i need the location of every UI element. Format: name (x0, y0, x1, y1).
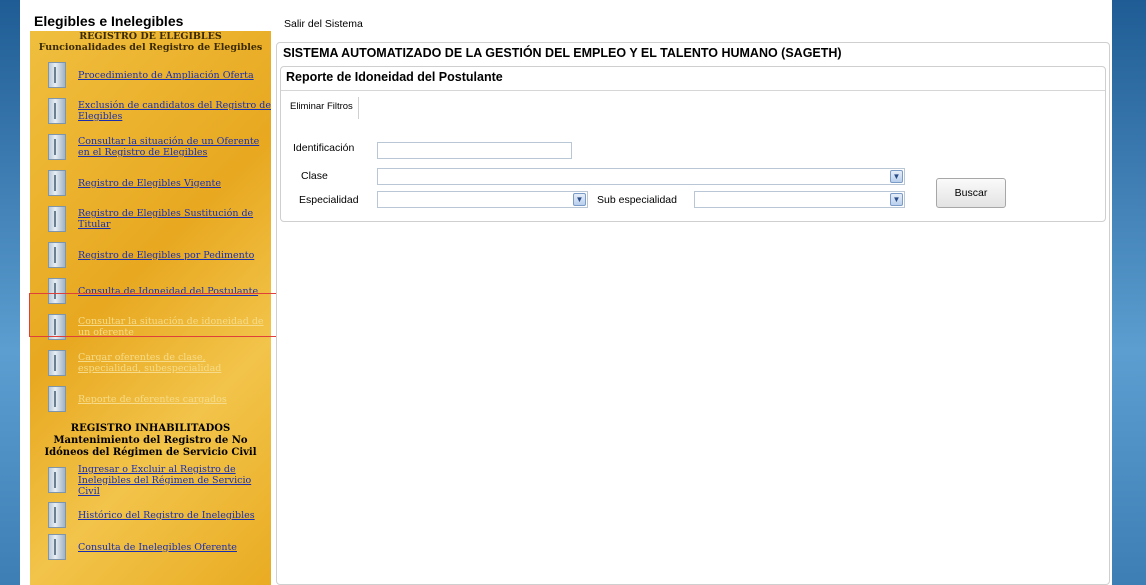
book-icon (46, 168, 70, 198)
chevron-down-icon[interactable]: ▼ (890, 193, 903, 206)
report-panel: Reporte de Idoneidad del Postulante Elim… (280, 66, 1106, 222)
sidebar-menu-item[interactable]: Registro de Elegibles por Pedimento (30, 237, 271, 273)
sidebar-menu-link[interactable]: Procedimiento de Ampliación Oferta (78, 70, 254, 81)
sidebar-menu-link[interactable]: Consultar la situación de un Oferente en… (78, 136, 271, 158)
section-title-text: REGISTRO INHABILITADOS (70, 423, 231, 434)
section-title-elegibles: REGISTRO DE ELEGIBLES Funcionalidades de… (30, 31, 271, 53)
divider (281, 90, 1105, 91)
sidebar-menu-item: Reporte de oferentes cargados (30, 381, 271, 417)
sidebar-header: Elegibles e Inelegibles (30, 10, 271, 31)
book-icon (46, 60, 70, 90)
sidebar-menu-link[interactable]: Consulta de Inelegibles Oferente (78, 542, 237, 553)
book-icon (46, 348, 70, 378)
book-icon (46, 240, 70, 270)
sidebar-menu-item[interactable]: Registro de Elegibles Sustitución de Tit… (30, 201, 271, 237)
sidebar-menu-item[interactable]: Consulta de Idoneidad del Postulante (30, 273, 271, 309)
especialidad-label: Especialidad (299, 194, 359, 206)
section-title-inhabilitados: REGISTRO INHABILITADOS Mantenimiento del… (30, 423, 271, 459)
report-title: Reporte de Idoneidad del Postulante (286, 70, 503, 84)
tab-eliminar-filtros[interactable]: Eliminar Filtros (285, 97, 359, 119)
menu-inhabilitados: Ingresar o Excluir al Registro de Ineleg… (30, 461, 271, 563)
book-icon (46, 276, 70, 306)
section-subtitle-text: Funcionalidades del Registro de Elegible… (38, 42, 263, 53)
menu-elegibles: Procedimiento de Ampliación Oferta Exclus… (30, 57, 271, 417)
sidebar-menu-item: Consultar la situación de idoneidad de u… (30, 309, 271, 345)
sidebar-menu-link[interactable]: Ingresar o Excluir al Registro de Ineleg… (78, 464, 271, 497)
book-icon (46, 204, 70, 234)
sidebar-menu-item[interactable]: Consulta de Inelegibles Oferente (30, 531, 271, 563)
sidebar-menu-link: Cargar oferentes de clase, especialidad,… (78, 352, 222, 374)
sub-especialidad-label: Sub especialidad (597, 194, 677, 206)
sidebar-menu-link: Reporte de oferentes cargados (78, 393, 227, 405)
section-subtitle-text: Mantenimiento del Registro de No Idóneos… (44, 435, 257, 458)
left-background-strip (0, 0, 20, 585)
sidebar-menu-item[interactable]: Procedimiento de Ampliación Oferta (30, 57, 271, 93)
identificacion-label: Identificación (293, 142, 355, 154)
sidebar-menu-item[interactable]: Consultar la situación de un Oferente en… (30, 129, 271, 165)
identificacion-input[interactable] (377, 142, 572, 159)
clase-select[interactable]: ▼ (377, 168, 905, 185)
logout-link[interactable]: Salir del Sistema (284, 18, 363, 30)
sidebar-menu-item[interactable]: Histórico del Registro de Inelegibles (30, 499, 271, 531)
book-icon (46, 465, 70, 495)
page-title: SISTEMA AUTOMATIZADO DE LA GESTIÓN DEL E… (283, 46, 842, 60)
book-icon (46, 532, 70, 562)
main-panel: SISTEMA AUTOMATIZADO DE LA GESTIÓN DEL E… (276, 42, 1110, 585)
clase-label: Clase (301, 170, 328, 182)
book-icon (46, 500, 70, 530)
sidebar-menu-link[interactable]: Registro de Elegibles Vigente (78, 178, 221, 189)
sidebar-menu-link[interactable]: Exclusión de candidatos del Registro de … (78, 100, 271, 122)
sidebar-menu-link[interactable]: Histórico del Registro de Inelegibles (78, 510, 255, 521)
book-icon (46, 96, 70, 126)
chevron-down-icon[interactable]: ▼ (890, 170, 903, 183)
right-background-strip (1112, 0, 1146, 585)
sidebar-menu-item[interactable]: Exclusión de candidatos del Registro de … (30, 93, 271, 129)
search-button[interactable]: Buscar (936, 178, 1006, 208)
chevron-down-icon[interactable]: ▼ (573, 193, 586, 206)
sidebar-menu-link: Consultar la situación de idoneidad de u… (78, 316, 264, 338)
sidebar-menu-item[interactable]: Ingresar o Excluir al Registro de Ineleg… (30, 461, 271, 499)
sidebar: Elegibles e Inelegibles REGISTRO DE ELEG… (30, 10, 271, 585)
sidebar-menu-link[interactable]: Consulta de Idoneidad del Postulante (78, 286, 258, 297)
sidebar-menu-item: Cargar oferentes de clase, especialidad,… (30, 345, 271, 381)
book-icon (46, 384, 70, 414)
book-icon (46, 312, 70, 342)
section-title-text: REGISTRO DE ELEGIBLES (79, 31, 222, 42)
sidebar-menu-link[interactable]: Registro de Elegibles Sustitución de Tit… (78, 208, 271, 230)
sidebar-menu-link[interactable]: Registro de Elegibles por Pedimento (78, 250, 254, 261)
sidebar-menu-item[interactable]: Registro de Elegibles Vigente (30, 165, 271, 201)
book-icon (46, 132, 70, 162)
especialidad-select[interactable]: ▼ (377, 191, 588, 208)
sub-especialidad-select[interactable]: ▼ (694, 191, 905, 208)
